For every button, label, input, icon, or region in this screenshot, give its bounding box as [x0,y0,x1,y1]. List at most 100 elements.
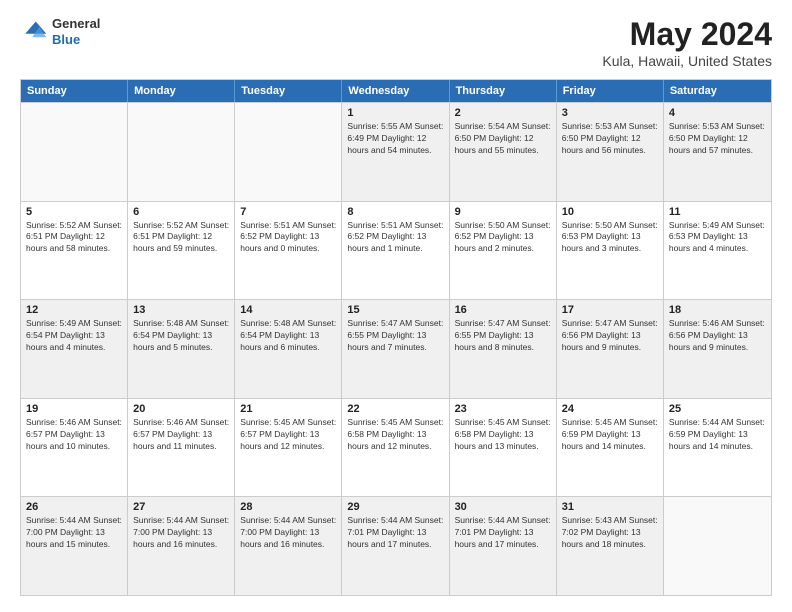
calendar-title: May 2024 [602,16,772,53]
day-cell-8: 8Sunrise: 5:51 AM Sunset: 6:52 PM Daylig… [342,202,449,300]
day-info: Sunrise: 5:49 AM Sunset: 6:54 PM Dayligh… [26,318,122,354]
day-cell-16: 16 Sunrise: 5:47 AM Sunset: 6:55 PM Dayli… [450,300,557,398]
week-row-3: 12 Sunrise: 5:49 AM Sunset: 6:54 PM Dayli… [21,299,771,398]
day-cell-2: 2Sunrise: 5:54 AM Sunset: 6:50 PM Daylig… [450,103,557,201]
day-info: Sunrise: 5:43 AM Sunset: 7:02 PM Dayligh… [562,515,658,551]
day-number: 11 [669,206,766,218]
day-info: Sunrise: 5:45 AM Sunset: 6:58 PM Dayligh… [347,417,443,453]
day-cell-5: 5 Sunrise: 5:52 AM Sunset: 6:51 PM Daylig… [21,202,128,300]
day-cell-empty [128,103,235,201]
day-info: Sunrise: 5:48 AM Sunset: 6:54 PM Dayligh… [133,318,229,354]
header: General Blue May 2024 Kula, Hawaii, Unit… [20,16,772,69]
header-day-wednesday: Wednesday [342,80,449,102]
day-info: Sunrise: 5:45 AM Sunset: 6:58 PM Dayligh… [455,417,551,453]
day-cell-24: 24Sunrise: 5:45 AM Sunset: 6:59 PM Dayli… [557,399,664,497]
calendar-subtitle: Kula, Hawaii, United States [602,53,772,69]
day-number: 15 [347,304,443,316]
day-info: Sunrise: 5:44 AM Sunset: 7:00 PM Dayligh… [133,515,229,551]
day-number: 21 [240,403,336,415]
day-info: Sunrise: 5:51 AM Sunset: 6:52 PM Dayligh… [240,220,336,256]
day-cell-3: 3 Sunrise: 5:53 AM Sunset: 6:50 PM Daylig… [557,103,664,201]
day-info: Sunrise: 5:45 AM Sunset: 6:57 PM Dayligh… [240,417,336,453]
day-number: 16 [455,304,551,316]
header-day-tuesday: Tuesday [235,80,342,102]
day-number: 1 [347,107,443,119]
day-info: Sunrise: 5:44 AM Sunset: 7:00 PM Dayligh… [240,515,336,551]
day-cell-19: 19Sunrise: 5:46 AM Sunset: 6:57 PM Dayli… [21,399,128,497]
day-cell-29: 29Sunrise: 5:44 AM Sunset: 7:01 PM Dayli… [342,497,449,595]
logo-text: General Blue [52,16,100,47]
header-day-saturday: Saturday [664,80,771,102]
day-number: 3 [562,107,658,119]
week-row-1: 1Sunrise: 5:55 AM Sunset: 6:49 PM Daylig… [21,102,771,201]
calendar: SundayMondayTuesdayWednesdayThursdayFrid… [20,79,772,596]
page: General Blue May 2024 Kula, Hawaii, Unit… [0,0,792,612]
day-cell-18: 18 Sunrise: 5:46 AM Sunset: 6:56 PM Dayli… [664,300,771,398]
day-cell-23: 23 Sunrise: 5:45 AM Sunset: 6:58 PM Dayli… [450,399,557,497]
day-cell-28: 28 Sunrise: 5:44 AM Sunset: 7:00 PM Dayli… [235,497,342,595]
day-cell-30: 30 Sunrise: 5:44 AM Sunset: 7:01 PM Dayli… [450,497,557,595]
day-cell-14: 14Sunrise: 5:48 AM Sunset: 6:54 PM Dayli… [235,300,342,398]
day-cell-27: 27Sunrise: 5:44 AM Sunset: 7:00 PM Dayli… [128,497,235,595]
day-cell-empty [664,497,771,595]
logo-blue: Blue [52,32,100,48]
day-info: Sunrise: 5:50 AM Sunset: 6:53 PM Dayligh… [562,220,658,256]
day-number: 29 [347,501,443,513]
day-cell-13: 13Sunrise: 5:48 AM Sunset: 6:54 PM Dayli… [128,300,235,398]
day-number: 30 [455,501,551,513]
day-cell-15: 15 Sunrise: 5:47 AM Sunset: 6:55 PM Dayli… [342,300,449,398]
day-cell-12: 12 Sunrise: 5:49 AM Sunset: 6:54 PM Dayli… [21,300,128,398]
day-number: 4 [669,107,766,119]
day-cell-17: 17 Sunrise: 5:47 AM Sunset: 6:56 PM Dayli… [557,300,664,398]
calendar-header: SundayMondayTuesdayWednesdayThursdayFrid… [21,80,771,102]
day-number: 25 [669,403,766,415]
day-number: 17 [562,304,658,316]
day-number: 7 [240,206,336,218]
day-number: 24 [562,403,658,415]
day-cell-4: 4 Sunrise: 5:53 AM Sunset: 6:50 PM Daylig… [664,103,771,201]
day-cell-9: 9Sunrise: 5:50 AM Sunset: 6:52 PM Daylig… [450,202,557,300]
day-cell-20: 20 Sunrise: 5:46 AM Sunset: 6:57 PM Dayli… [128,399,235,497]
day-info: Sunrise: 5:44 AM Sunset: 7:01 PM Dayligh… [455,515,551,551]
day-info: Sunrise: 5:47 AM Sunset: 6:55 PM Dayligh… [455,318,551,354]
day-number: 18 [669,304,766,316]
header-day-thursday: Thursday [450,80,557,102]
day-info: Sunrise: 5:46 AM Sunset: 6:57 PM Dayligh… [26,417,122,453]
day-info: Sunrise: 5:47 AM Sunset: 6:55 PM Dayligh… [347,318,443,354]
logo-icon [20,18,48,46]
week-row-5: 26Sunrise: 5:44 AM Sunset: 7:00 PM Dayli… [21,496,771,595]
day-cell-10: 10Sunrise: 5:50 AM Sunset: 6:53 PM Dayli… [557,202,664,300]
day-number: 8 [347,206,443,218]
day-cell-1: 1Sunrise: 5:55 AM Sunset: 6:49 PM Daylig… [342,103,449,201]
day-info: Sunrise: 5:46 AM Sunset: 6:57 PM Dayligh… [133,417,229,453]
day-info: Sunrise: 5:52 AM Sunset: 6:51 PM Dayligh… [26,220,122,256]
day-info: Sunrise: 5:46 AM Sunset: 6:56 PM Dayligh… [669,318,766,354]
day-number: 31 [562,501,658,513]
day-info: Sunrise: 5:44 AM Sunset: 7:00 PM Dayligh… [26,515,122,551]
header-day-monday: Monday [128,80,235,102]
day-cell-6: 6Sunrise: 5:52 AM Sunset: 6:51 PM Daylig… [128,202,235,300]
day-cell-21: 21 Sunrise: 5:45 AM Sunset: 6:57 PM Dayli… [235,399,342,497]
day-cell-26: 26Sunrise: 5:44 AM Sunset: 7:00 PM Dayli… [21,497,128,595]
day-number: 14 [240,304,336,316]
header-day-sunday: Sunday [21,80,128,102]
day-number: 28 [240,501,336,513]
day-number: 5 [26,206,122,218]
day-number: 12 [26,304,122,316]
day-number: 9 [455,206,551,218]
day-cell-7: 7 Sunrise: 5:51 AM Sunset: 6:52 PM Daylig… [235,202,342,300]
day-number: 23 [455,403,551,415]
logo: General Blue [20,16,100,47]
day-cell-empty [21,103,128,201]
day-cell-empty [235,103,342,201]
day-info: Sunrise: 5:44 AM Sunset: 6:59 PM Dayligh… [669,417,766,453]
title-block: May 2024 Kula, Hawaii, United States [602,16,772,69]
day-number: 20 [133,403,229,415]
day-number: 6 [133,206,229,218]
logo-general: General [52,16,100,32]
calendar-body: 1Sunrise: 5:55 AM Sunset: 6:49 PM Daylig… [21,102,771,595]
day-info: Sunrise: 5:53 AM Sunset: 6:50 PM Dayligh… [669,121,766,157]
day-info: Sunrise: 5:53 AM Sunset: 6:50 PM Dayligh… [562,121,658,157]
day-info: Sunrise: 5:47 AM Sunset: 6:56 PM Dayligh… [562,318,658,354]
day-cell-11: 11Sunrise: 5:49 AM Sunset: 6:53 PM Dayli… [664,202,771,300]
